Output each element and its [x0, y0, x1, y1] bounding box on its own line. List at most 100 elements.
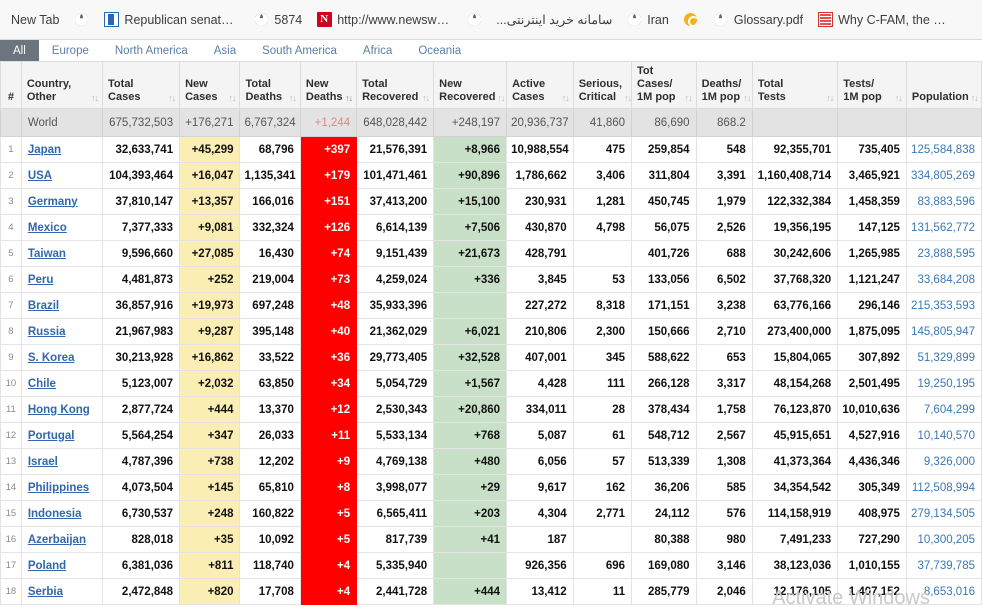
country-link[interactable]: Russia [28, 326, 66, 338]
sort-arrows-icon[interactable]: ↑↓ [562, 94, 570, 104]
column-header-population[interactable]: Population ↑↓ [905, 62, 982, 109]
sort-arrows-icon[interactable]: ↑↓ [685, 94, 693, 104]
cell-new-recovered: +768 [433, 422, 508, 449]
cell-total-deaths: 697,248 [239, 292, 301, 319]
sort-arrows-icon[interactable]: ↑↓ [497, 94, 505, 104]
cell-serious-critical: 8,318 [572, 292, 633, 319]
cell-new-deaths: +11 [299, 422, 358, 449]
country-link[interactable]: World [28, 117, 58, 129]
sort-arrows-icon[interactable]: ↑↓ [743, 94, 751, 104]
column-header-serious[interactable]: Serious, Critical ↑↓ [572, 62, 632, 109]
cell-serious-critical: 475 [572, 136, 633, 163]
continent-tab-south-america[interactable]: South America [249, 40, 350, 61]
cell-serious-critical: 28 [572, 396, 633, 423]
country-link[interactable]: Chile [28, 378, 56, 390]
country-link[interactable]: Germany [28, 196, 78, 208]
cell-deaths-1m: 653 [695, 344, 753, 371]
country-link[interactable]: Indonesia [28, 508, 82, 520]
country-link[interactable]: Japan [28, 144, 61, 156]
cell-active-cases: 5,087 [506, 422, 574, 449]
cell-tests-1m: 408,975 [837, 500, 907, 527]
sort-arrows-icon[interactable]: ↑↓ [345, 94, 353, 104]
column-header-line: Recovered [439, 91, 496, 103]
country-link[interactable]: Mexico [28, 222, 67, 234]
bookmark-item[interactable]: Iran [619, 9, 676, 31]
sort-arrows-icon[interactable]: ↑↓ [895, 94, 903, 104]
cell-population: 125,584,838 [905, 136, 982, 163]
column-header-tests[interactable]: Tests/1M pop ↑↓ [837, 62, 907, 109]
column-header-tot-cases[interactable]: Tot Cases/1M pop ↑↓ [631, 62, 697, 109]
country-link[interactable]: Poland [28, 560, 66, 572]
cell-tot-cases-1m: 378,434 [631, 396, 697, 423]
country-link[interactable]: Taiwan [28, 248, 66, 260]
country-link[interactable]: S. Korea [28, 352, 75, 364]
column-header-total[interactable]: Total Cases ↑↓ [102, 62, 181, 109]
column-header-total[interactable]: Total Tests ↑↓ [751, 62, 839, 109]
cell-tests-1m: 735,405 [837, 136, 907, 163]
sort-arrows-icon[interactable]: ↑↓ [91, 94, 99, 104]
sort-arrows-icon[interactable]: ↑↓ [168, 94, 176, 104]
column-header-line: Cases [185, 91, 218, 103]
continent-tab-asia[interactable]: Asia [201, 40, 249, 61]
cell-idx: 4 [0, 214, 22, 241]
covid-statistics-table-container[interactable]: # Country, Other ↑↓ Total Cases ↑↓ New Cases ↑↓ To… [0, 62, 982, 607]
country-link[interactable]: Hong Kong [28, 404, 90, 416]
continent-tab-oceania[interactable]: Oceania [405, 40, 474, 61]
column-header-new[interactable]: New Cases ↑↓ [179, 62, 241, 109]
bookmark-item[interactable]: New Tab [4, 10, 66, 30]
sort-arrows-icon[interactable]: ↑↓ [826, 94, 834, 104]
cell-tests-1m: 1,265,985 [837, 240, 907, 267]
cell-active-cases: 430,870 [506, 214, 574, 241]
column-header-index[interactable]: # [0, 62, 22, 109]
continent-tab-africa[interactable]: Africa [350, 40, 405, 61]
column-header-country[interactable]: Country, Other ↑↓ [20, 62, 104, 109]
bookmark-item[interactable] [676, 9, 706, 31]
cell-new-cases: +176,271 [179, 108, 241, 137]
bookmark-item[interactable]: 5874 [246, 9, 309, 31]
country-link[interactable]: Serbia [28, 586, 63, 598]
bookmark-item[interactable]: Nhttp://www.newswe... [309, 9, 459, 31]
column-header-new[interactable]: New Deaths ↑↓ [299, 62, 358, 109]
table-row: 18 Serbia 2,472,848 +820 17,708 +4 2,441,728 +4… [0, 578, 982, 605]
bookmark-item[interactable]: Why C-FAM, the Ca... [810, 9, 960, 31]
bookmark-item[interactable]: سامانه خرید اینترنتی... [489, 9, 619, 30]
sort-arrows-icon[interactable]: ↑↓ [289, 94, 297, 104]
cell-idx: 15 [0, 500, 22, 527]
continent-tab-north-america[interactable]: North America [102, 40, 201, 61]
bookmark-item[interactable]: Glossary.pdf [706, 9, 810, 31]
cell-new-recovered: +8,966 [433, 136, 508, 163]
cell-tot-cases-1m: 450,745 [631, 188, 697, 215]
country-link[interactable]: Portugal [28, 430, 75, 442]
continent-tab-all[interactable]: All [0, 40, 39, 61]
column-header-total[interactable]: Total Recovered ↑↓ [356, 62, 435, 109]
country-link[interactable]: Azerbaijan [28, 534, 86, 546]
sort-arrows-icon[interactable]: ↑↓ [422, 94, 430, 104]
country-link[interactable]: Peru [28, 274, 54, 286]
column-header-new[interactable]: New Recovered ↑↓ [433, 62, 508, 109]
bookmark-item[interactable]: Republican senator... [96, 9, 246, 31]
cell-total-cases: 5,564,254 [102, 422, 181, 449]
cell-deaths-1m: 688 [695, 240, 753, 267]
cell-total-recovered: 5,054,729 [356, 370, 435, 397]
sort-arrows-icon[interactable]: ↑↓ [228, 94, 236, 104]
continent-tab-europe[interactable]: Europe [39, 40, 102, 61]
bookmark-label: 5874 [274, 12, 303, 27]
country-link[interactable]: Israel [28, 456, 58, 468]
cell-tot-cases-1m: 266,128 [631, 370, 697, 397]
cell-tests-1m: 1,010,155 [837, 552, 907, 579]
sort-arrows-icon[interactable]: ↑↓ [971, 94, 979, 104]
table-row: 2 USA 104,393,464 +16,047 1,135,341 +179 101,4… [0, 162, 982, 189]
column-header-active[interactable]: Active Cases ↑↓ [506, 62, 574, 109]
bookmark-item[interactable] [459, 9, 489, 31]
column-header-line: Deaths [245, 91, 283, 103]
cell-population: 83,883,596 [905, 188, 982, 215]
column-header-line: Cases [512, 91, 545, 103]
bookmark-item[interactable] [66, 9, 96, 31]
country-link[interactable]: Philippines [28, 482, 89, 494]
country-link[interactable]: USA [28, 170, 52, 182]
column-header-deaths[interactable]: Deaths/1M pop ↑↓ [695, 62, 753, 109]
sort-arrows-icon[interactable]: ↑↓ [624, 94, 632, 104]
cell-total-deaths: 16,430 [239, 240, 301, 267]
column-header-total[interactable]: Total Deaths ↑↓ [239, 62, 301, 109]
country-link[interactable]: Brazil [28, 300, 59, 312]
